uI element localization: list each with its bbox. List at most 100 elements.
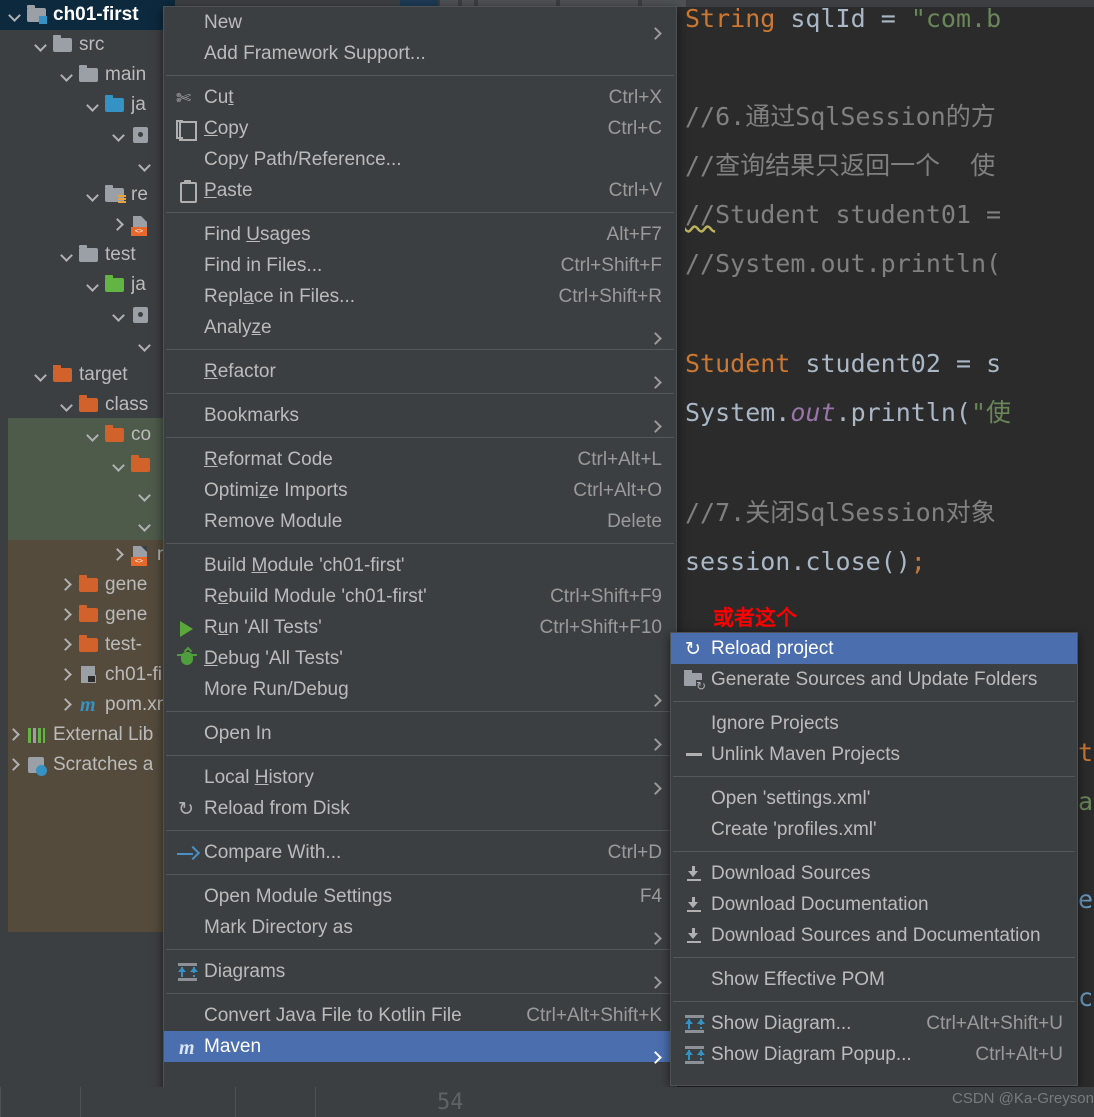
tree-item-class[interactable]: class [0, 390, 175, 420]
chevron-down-icon[interactable] [110, 126, 128, 144]
menu-item-build-module-ch01-first[interactable]: Build Module 'ch01-first' [164, 550, 676, 581]
menu-item-analyze[interactable]: Analyze [164, 312, 676, 343]
chevron-down-icon[interactable] [110, 456, 128, 474]
menu-item-show-diagram-popup[interactable]: Show Diagram Popup... Ctrl+Alt+U [671, 1039, 1077, 1070]
tree-item-node-17[interactable] [0, 510, 175, 540]
maven-submenu[interactable]: ↻ Reload project Generate Sources and Upda… [670, 632, 1078, 1086]
chevron-down-icon[interactable] [136, 516, 154, 534]
tree-item-external-lib[interactable]: External Lib [0, 720, 175, 750]
menu-item-generate-sources-and-update-folders[interactable]: Generate Sources and Update Folders [671, 664, 1077, 695]
menu-item-refactor[interactable]: Refactor [164, 356, 676, 387]
tree-item-node-16[interactable] [0, 480, 175, 510]
menu-item-paste[interactable]: Paste Ctrl+V [164, 175, 676, 206]
menu-item-optimize-imports[interactable]: Optimize Imports Ctrl+Alt+O [164, 475, 676, 506]
menu-item-copy-path-reference[interactable]: Copy Path/Reference... [164, 144, 676, 175]
menu-item-remove-module[interactable]: Remove Module Delete [164, 506, 676, 537]
menu-item-compare-with[interactable]: Compare With... Ctrl+D [164, 837, 676, 868]
tree-item-main[interactable]: main [0, 60, 175, 90]
menu-item-rebuild-module-ch01-first[interactable]: Rebuild Module 'ch01-first' Ctrl+Shift+F9 [164, 581, 676, 612]
chevron-right-icon[interactable] [6, 756, 24, 774]
menu-item-run-all-tests[interactable]: Run 'All Tests' Ctrl+Shift+F10 [164, 612, 676, 643]
tree-item-m[interactable]: <>m [0, 540, 175, 570]
chevron-right-icon[interactable] [110, 216, 128, 234]
tree-item-test[interactable]: test [0, 240, 175, 270]
menu-item-more-run-debug[interactable]: More Run/Debug [164, 674, 676, 705]
menu-item-open-in[interactable]: Open In [164, 718, 676, 749]
chevron-down-icon[interactable] [58, 66, 76, 84]
project-context-menu[interactable]: New Add Framework Support... ✄ Cut Ctrl+X Cop… [163, 6, 677, 1093]
tree-item-node-4[interactable] [0, 120, 175, 150]
tree-item-target[interactable]: target [0, 360, 175, 390]
tree-item-co[interactable]: co [0, 420, 175, 450]
menu-item-download-documentation[interactable]: Download Documentation [671, 889, 1077, 920]
menu-item-debug-all-tests[interactable]: Debug 'All Tests' [164, 643, 676, 674]
menu-item-ignore-projects[interactable]: Ignore Projects [671, 708, 1077, 739]
chevron-right-icon[interactable] [58, 666, 76, 684]
menu-item-download-sources-and-documentation[interactable]: Download Sources and Documentation [671, 920, 1077, 951]
chevron-down-icon[interactable] [84, 426, 102, 444]
chevron-right-icon[interactable] [6, 726, 24, 744]
menu-item-open-module-settings[interactable]: Open Module Settings F4 [164, 881, 676, 912]
tree-item-node-11[interactable] [0, 330, 175, 360]
tree-item-test-[interactable]: test- [0, 630, 175, 660]
chevron-down-icon[interactable] [84, 276, 102, 294]
menu-item-bookmarks[interactable]: Bookmarks [164, 400, 676, 431]
tree-item-ch01-fir[interactable]: ch01-fir [0, 660, 175, 690]
project-tree[interactable]: ch01-first src main ja re <> test ja target class… [0, 0, 175, 1117]
menu-item-reload-from-disk[interactable]: ↻ Reload from Disk [164, 793, 676, 824]
menu-item-show-diagram[interactable]: Show Diagram... Ctrl+Alt+Shift+U [671, 1008, 1077, 1039]
tree-item-ja[interactable]: ja [0, 90, 175, 120]
menu-item-convert-java-file-to-kotlin-file[interactable]: Convert Java File to Kotlin File Ctrl+Alt… [164, 1000, 676, 1031]
menu-item-find-in-files[interactable]: Find in Files... Ctrl+Shift+F [164, 250, 676, 281]
package-icon [130, 305, 152, 325]
chevron-down-icon[interactable] [136, 156, 154, 174]
tree-item-node-5[interactable] [0, 150, 175, 180]
menu-item-reload-project[interactable]: ↻ Reload project [671, 633, 1077, 664]
code-glyph: t [1078, 738, 1094, 767]
chevron-down-icon[interactable] [58, 396, 76, 414]
menu-item-open-settings-xml[interactable]: Open 'settings.xml' [671, 783, 1077, 814]
chevron-right-icon[interactable] [58, 636, 76, 654]
tree-item-pom-xm[interactable]: m pom.xm [0, 690, 175, 720]
menu-item-reformat-code[interactable]: Reformat Code Ctrl+Alt+L [164, 444, 676, 475]
menu-item-find-usages[interactable]: Find Usages Alt+F7 [164, 219, 676, 250]
tree-item-node-7[interactable]: <> [0, 210, 175, 240]
chevron-down-icon[interactable] [110, 306, 128, 324]
chevron-right-icon[interactable] [58, 606, 76, 624]
chevron-down-icon[interactable] [84, 186, 102, 204]
tree-item-ch01-first[interactable]: ch01-first [0, 0, 175, 30]
menu-item-download-sources[interactable]: Download Sources [671, 858, 1077, 889]
chevron-right-icon[interactable] [58, 576, 76, 594]
tree-item-scratches-a[interactable]: Scratches a [0, 750, 175, 780]
tree-item-ja[interactable]: ja [0, 270, 175, 300]
menu-item-show-effective-pom[interactable]: Show Effective POM [671, 964, 1077, 995]
menu-item-replace-in-files[interactable]: Replace in Files... Ctrl+Shift+R [164, 281, 676, 312]
folder-orange-icon [78, 575, 100, 595]
tree-item-node-15[interactable] [0, 450, 175, 480]
chevron-down-icon[interactable] [32, 36, 50, 54]
chevron-right-icon[interactable] [110, 546, 128, 564]
menu-item-new[interactable]: New [164, 7, 676, 38]
menu-item-local-history[interactable]: Local History [164, 762, 676, 793]
menu-item-diagrams[interactable]: Diagrams [164, 956, 676, 987]
chevron-down-icon[interactable] [6, 6, 24, 24]
menu-item-unlink-maven-projects[interactable]: Unlink Maven Projects [671, 739, 1077, 770]
tree-item-src[interactable]: src [0, 30, 175, 60]
menu-item-create-profiles-xml[interactable]: Create 'profiles.xml' [671, 814, 1077, 845]
tree-item-node-10[interactable] [0, 300, 175, 330]
chevron-down-icon[interactable] [84, 96, 102, 114]
menu-item-copy[interactable]: Copy Ctrl+C [164, 113, 676, 144]
chevron-down-icon[interactable] [58, 246, 76, 264]
chevron-down-icon[interactable] [136, 336, 154, 354]
chevron-down-icon[interactable] [136, 486, 154, 504]
code-line: String sqlId = "com.b [685, 6, 1002, 33]
menu-item-maven[interactable]: m Maven [164, 1031, 676, 1062]
menu-item-cut[interactable]: ✄ Cut Ctrl+X [164, 82, 676, 113]
chevron-right-icon[interactable] [58, 696, 76, 714]
tree-item-gene[interactable]: gene [0, 570, 175, 600]
menu-item-add-framework-support[interactable]: Add Framework Support... [164, 38, 676, 69]
tree-item-re[interactable]: re [0, 180, 175, 210]
chevron-down-icon[interactable] [32, 366, 50, 384]
menu-item-mark-directory-as[interactable]: Mark Directory as [164, 912, 676, 943]
tree-item-gene[interactable]: gene [0, 600, 175, 630]
